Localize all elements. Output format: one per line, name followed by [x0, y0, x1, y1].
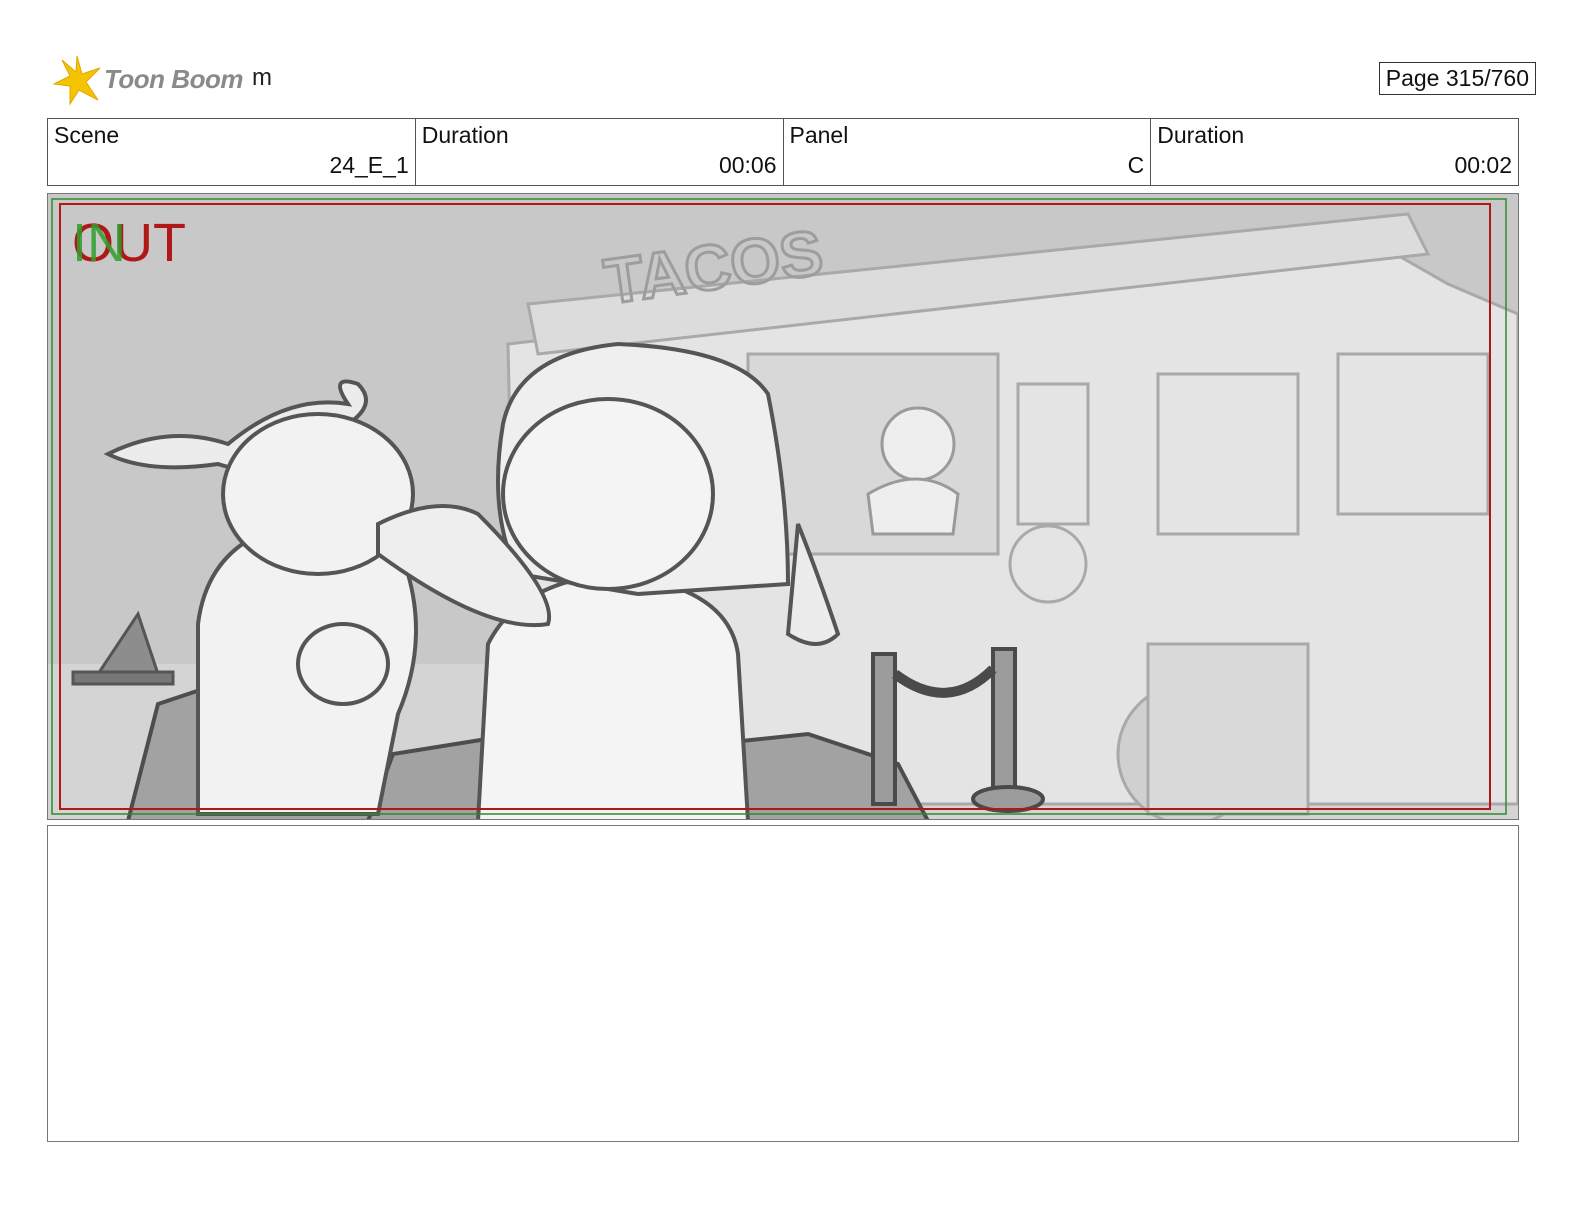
in-out-marker: OUT IN [72, 216, 186, 270]
panel-notes-area[interactable] [47, 825, 1519, 1142]
panel-label: Panel [789, 122, 849, 148]
scene-cell: Scene 24_E_1 [48, 119, 416, 185]
scene-value: 24_E_1 [329, 152, 409, 178]
scene-duration-label: Duration [421, 122, 509, 148]
star-burst-icon [52, 55, 101, 106]
panel-duration-value: 00:02 [1454, 152, 1512, 178]
page-header: Toon Boom m Page 315/760 [52, 50, 1536, 106]
toon-boom-logo: Toon Boom [52, 54, 252, 106]
scene-duration-value: 00:06 [718, 152, 777, 178]
panel-duration-label: Duration [1157, 122, 1245, 148]
scene-label: Scene [54, 122, 120, 148]
logo-text: Toon Boom [104, 64, 243, 94]
panel-duration-cell: Duration 00:02 [1151, 119, 1518, 185]
project-name: m [252, 64, 272, 91]
storyboard-panel-image: TACOS OUT IN [47, 193, 1519, 820]
scene-info-table: Scene 24_E_1 Duration 00:06 Panel C Dura… [47, 118, 1519, 186]
sketch-drawing: TACOS [48, 194, 1518, 819]
page-indicator: Page 315/760 [1378, 62, 1536, 95]
scene-duration-cell: Duration 00:06 [416, 119, 784, 185]
panel-cell: Panel C [784, 119, 1152, 185]
in-label: IN [72, 213, 126, 273]
panel-value: C [1127, 152, 1145, 178]
